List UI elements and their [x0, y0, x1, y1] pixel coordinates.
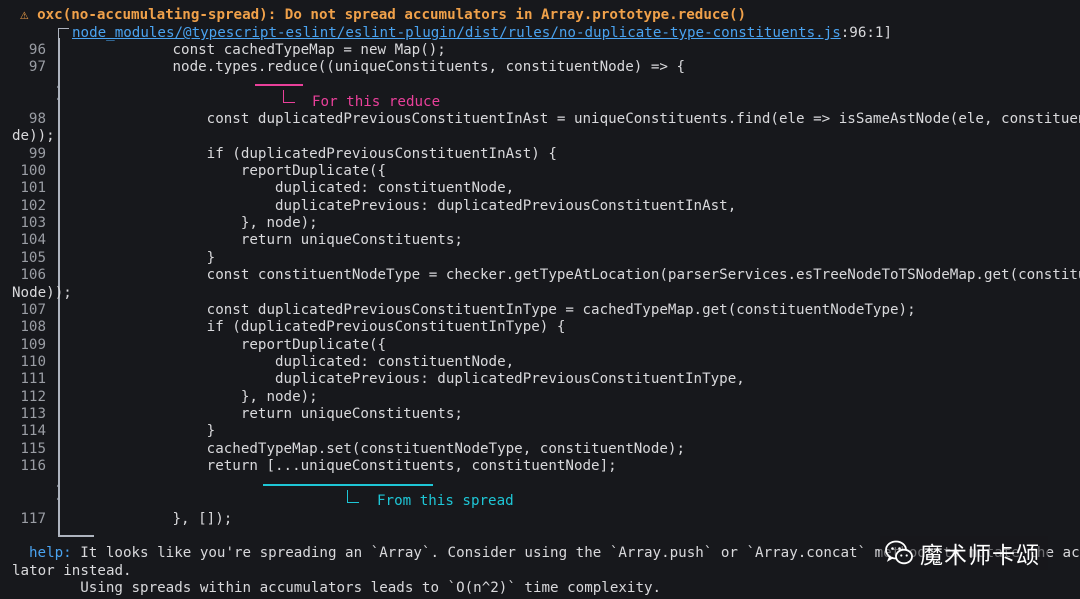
location-bracket: [58, 28, 69, 39]
reduce-pointer: [283, 90, 295, 103]
spread-annotation: From this spread: [377, 493, 514, 509]
reduce-underline: [255, 84, 303, 86]
file-location: node_modules/@typescript-eslint/eslint-p…: [72, 25, 892, 42]
help-message-note: Using spreads within accumulators leads …: [29, 580, 662, 596]
watermark-text: 魔术师卡颂: [920, 543, 1040, 569]
ellipsis-dot: ·: [54, 92, 63, 108]
ellipsis-dot: ·: [54, 492, 63, 508]
reduce-annotation: For this reduce: [312, 94, 441, 110]
spread-underline: [263, 484, 433, 486]
terminal-output: ⚠ oxc(no-accumulating-spread): Do not sp…: [0, 0, 1080, 599]
help-label: help:: [29, 545, 72, 561]
spread-pointer: [347, 490, 359, 503]
diagnostic-title: ⚠ oxc(no-accumulating-spread): Do not sp…: [20, 7, 747, 23]
gutter-end: [58, 535, 94, 537]
help-message-wrap: lator instead.: [12, 563, 132, 579]
watermark: 魔术师卡颂: [880, 536, 1048, 570]
file-position: :96:1]: [840, 25, 892, 41]
wechat-icon: [885, 540, 913, 565]
file-path-link[interactable]: node_modules/@typescript-eslint/eslint-p…: [72, 25, 841, 41]
